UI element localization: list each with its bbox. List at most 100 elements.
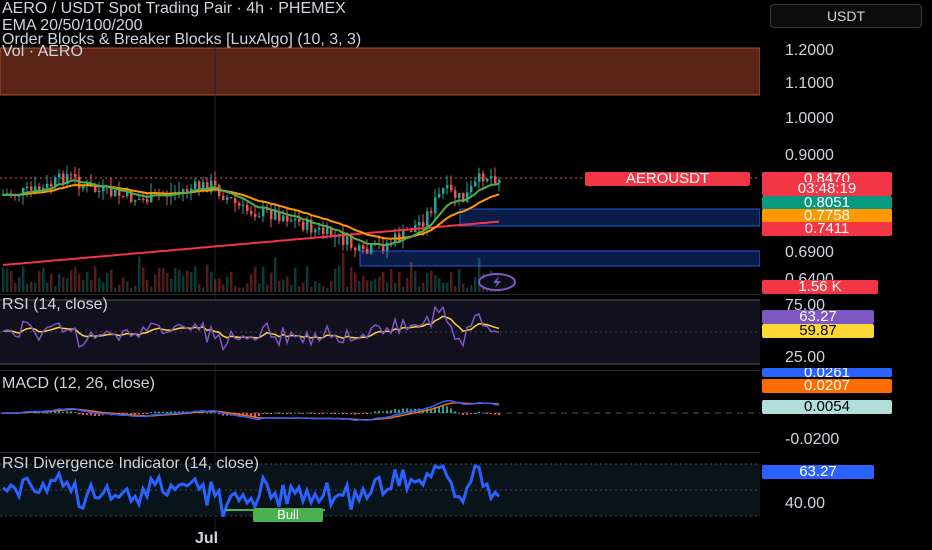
volume-bar — [70, 270, 73, 292]
pane-divider[interactable] — [0, 294, 760, 295]
bullish-order-block-lower — [359, 250, 760, 267]
volume-bar — [226, 276, 229, 292]
candle-body — [466, 192, 469, 203]
candle-body — [50, 183, 53, 187]
volume-bar — [246, 282, 249, 292]
time-axis-label: Jul — [195, 530, 219, 547]
volume-bar — [242, 287, 245, 292]
volume-bar — [122, 277, 125, 292]
macd-histogram-bar — [214, 412, 216, 414]
symbol-tag: AEROUSDT — [585, 171, 750, 186]
volume-bar — [266, 284, 269, 292]
bearish-order-block — [0, 47, 760, 96]
rsi-div-axis-label: 40.00 — [785, 495, 826, 512]
pane-divider[interactable] — [0, 370, 760, 371]
macd-histogram-bar — [254, 413, 256, 417]
macd-title[interactable]: MACD (12, 26, close) — [2, 375, 155, 393]
candle-body — [314, 229, 317, 233]
macd-histogram-bar — [74, 412, 76, 414]
volume-bar — [350, 267, 353, 292]
macd-histogram-bar — [62, 411, 64, 413]
candle-body — [290, 220, 293, 222]
candle-body — [438, 193, 441, 198]
volume-bar — [74, 266, 77, 292]
volume-bar — [18, 277, 21, 292]
macd-histogram-bar — [278, 413, 280, 414]
macd-histogram-bar — [286, 413, 288, 414]
candle-body — [226, 197, 229, 200]
bull-label: Bull — [253, 508, 323, 522]
candle-body — [454, 190, 457, 198]
volume-bar — [90, 280, 93, 292]
candles — [2, 165, 501, 259]
candle-body — [186, 189, 189, 192]
volume-bar — [2, 267, 5, 292]
volume-bar — [82, 280, 85, 292]
volume-bar — [450, 272, 453, 292]
candle-body — [482, 173, 485, 182]
macd-histogram-bar — [302, 413, 304, 414]
candle-body — [34, 186, 37, 191]
chart-title[interactable]: AERO / USDT Spot Trading Pair · 4h · PHE… — [2, 0, 346, 17]
volume-bar — [174, 267, 177, 292]
macd-histogram-bar — [306, 412, 308, 414]
candle-body — [362, 245, 365, 249]
macd-histogram-bar — [358, 413, 360, 414]
volume-bar — [58, 273, 61, 292]
rsi-div-title[interactable]: RSI Divergence Indicator (14, close) — [2, 455, 259, 473]
volume-bar — [158, 268, 161, 292]
volume-bar — [386, 282, 389, 292]
macd-histogram-bar — [166, 411, 168, 413]
volume-bar — [10, 270, 13, 292]
volume-bar — [318, 283, 321, 292]
candle-body — [102, 187, 105, 191]
candle-body — [262, 207, 265, 217]
candle-body — [214, 180, 217, 186]
volume-bar — [102, 282, 105, 292]
candle-body — [470, 186, 473, 193]
volume-bar — [62, 277, 65, 292]
volume-bar — [182, 275, 185, 292]
volume-bar — [118, 284, 121, 292]
macd-histogram-bar — [266, 412, 268, 414]
macd-histogram-bar — [366, 413, 368, 414]
candle-body — [494, 176, 497, 184]
macd-histogram-bar — [346, 413, 348, 414]
chart-window: AERO / USDT Spot Trading Pair · 4h · PHE… — [0, 0, 932, 550]
candle-body — [146, 199, 149, 203]
hist-value-tag: 0.0054 — [762, 399, 892, 414]
volume-bar — [38, 270, 41, 292]
ema200-tag: 0.7411 — [762, 221, 892, 236]
macd-histogram-bar — [466, 413, 468, 415]
candle-body — [358, 245, 361, 251]
macd-histogram-bar — [498, 413, 500, 416]
macd-histogram-bar — [78, 413, 80, 415]
volume-bar — [22, 266, 25, 292]
candle-body — [270, 209, 273, 220]
candle-body — [366, 248, 369, 254]
candle-body — [322, 227, 325, 235]
candle-body — [70, 174, 73, 176]
candle-body — [294, 218, 297, 221]
volume-bar — [146, 280, 149, 292]
volume-bar — [170, 278, 173, 292]
candle-body — [238, 203, 241, 206]
currency-button[interactable]: USDT — [770, 4, 922, 28]
macd-histogram-bar — [330, 413, 332, 414]
candle-body — [434, 197, 437, 214]
candle-body — [58, 173, 61, 178]
volume-bar — [66, 278, 69, 292]
rsi-title[interactable]: RSI (14, close) — [2, 296, 108, 314]
volume-bar — [14, 282, 17, 292]
pane-divider[interactable] — [0, 452, 760, 453]
volume-bar — [34, 282, 37, 292]
volume-bar — [190, 272, 193, 292]
volume-bar — [134, 285, 137, 292]
volume-bar — [322, 285, 325, 292]
macd-signal-line — [3, 401, 500, 421]
lightning-icon[interactable] — [478, 273, 516, 291]
volume-legend[interactable]: Vol · AERO — [2, 43, 83, 60]
volume-bar — [106, 272, 109, 292]
candle-body — [94, 186, 97, 192]
volume-bar — [214, 279, 217, 292]
